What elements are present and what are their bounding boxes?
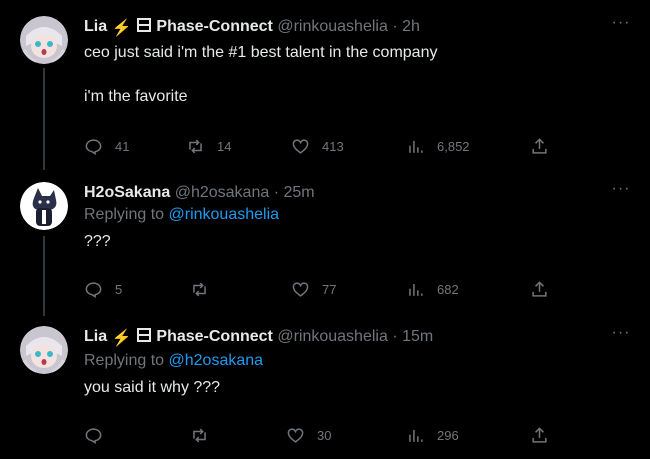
tweet-text: you said it why ??? — [84, 379, 221, 396]
reply-icon — [85, 138, 102, 155]
timestamp[interactable]: 15m — [402, 328, 433, 345]
replying-to-label: Replying to — [84, 352, 165, 369]
separator-dot: · — [392, 18, 398, 35]
like-button[interactable]: 77 — [291, 277, 336, 301]
separator-dot: · — [392, 328, 398, 345]
repost-icon — [193, 282, 206, 296]
tweet-2[interactable]: H2oSakana @h2osakana · 25m ··· Replying … — [0, 181, 650, 302]
reply-count: 41 — [115, 138, 130, 154]
display-name[interactable]: Lia — [84, 18, 107, 35]
affiliation-badge-icon[interactable] — [136, 17, 152, 40]
repost-icon — [193, 428, 206, 442]
tweet-text-line-2: i'm the favorite — [84, 88, 188, 105]
reply-icon — [85, 427, 102, 444]
timestamp[interactable]: 2h — [402, 18, 420, 35]
reply-button[interactable] — [84, 423, 115, 447]
views-icon — [409, 429, 423, 442]
avatar-lia[interactable] — [20, 16, 68, 64]
reply-icon — [85, 281, 102, 298]
handle[interactable]: @rinkouashelia — [277, 18, 388, 35]
handle[interactable]: @rinkouashelia — [277, 328, 388, 345]
like-button[interactable]: 413 — [291, 134, 344, 158]
views-count: 682 — [437, 281, 459, 297]
replying-to-handle-link[interactable]: @rinkouashelia — [169, 206, 280, 223]
views-icon — [409, 283, 423, 296]
more-icon[interactable]: ··· — [610, 181, 632, 204]
action-bar: 41 14 413 6,852 — [84, 134, 554, 158]
share-icon — [532, 137, 547, 154]
views-button[interactable]: 682 — [406, 277, 459, 301]
action-bar: 30 296 — [84, 423, 554, 447]
affiliation-name[interactable]: Phase-Connect — [156, 18, 272, 35]
repost-button[interactable] — [190, 423, 221, 447]
views-count: 296 — [437, 427, 459, 443]
reply-count: 5 — [115, 281, 123, 297]
affiliation-badge-icon[interactable] — [136, 327, 152, 350]
display-name[interactable]: Lia — [84, 328, 107, 345]
tweet-text: ??? — [84, 233, 111, 250]
views-button[interactable]: 6,852 — [406, 134, 470, 158]
timestamp[interactable]: 25m — [283, 184, 314, 201]
like-icon — [287, 427, 304, 443]
like-count: 413 — [322, 138, 344, 154]
like-count: 30 — [317, 427, 332, 443]
replying-to: Replying to @h2osakana — [84, 352, 263, 370]
share-button[interactable] — [530, 134, 549, 158]
views-button[interactable]: 296 — [406, 423, 459, 447]
handle[interactable]: @h2osakana — [175, 184, 270, 201]
repost-count: 14 — [217, 138, 232, 154]
tweet-header: H2oSakana @h2osakana · 25m — [84, 182, 315, 204]
tweet-text-line-1: ceo just said i'm the #1 best talent in … — [84, 44, 438, 61]
replying-to-handle-link[interactable]: @h2osakana — [169, 352, 264, 369]
replying-to-label: Replying to — [84, 206, 165, 223]
lightning-icon: ⚡ — [111, 330, 132, 347]
tweet-header: Lia ⚡ Phase-Connect @rinkouashelia · 2h — [84, 16, 420, 38]
tweet-3[interactable]: Lia ⚡ Phase-Connect @rinkouashelia · 15m… — [0, 325, 650, 447]
views-icon — [409, 140, 423, 153]
display-name[interactable]: H2oSakana — [84, 184, 170, 201]
like-icon — [292, 281, 309, 297]
like-count: 77 — [322, 281, 337, 297]
separator-dot: · — [273, 184, 280, 201]
tweet-header: Lia ⚡ Phase-Connect @rinkouashelia · 15m — [84, 326, 433, 348]
share-icon — [532, 426, 547, 443]
views-count: 6,852 — [437, 138, 470, 154]
avatar-lia[interactable] — [20, 326, 68, 374]
share-button[interactable] — [530, 423, 549, 447]
repost-button[interactable]: 14 — [186, 134, 231, 158]
like-button[interactable]: 30 — [286, 423, 331, 447]
share-icon — [532, 280, 547, 297]
reply-button[interactable]: 5 — [84, 277, 122, 301]
affiliation-name[interactable]: Phase-Connect — [156, 328, 272, 345]
action-bar: 5 77 682 — [84, 277, 554, 301]
repost-button[interactable] — [190, 277, 221, 301]
tweet-1[interactable]: Lia ⚡ Phase-Connect @rinkouashelia · 2h … — [0, 15, 650, 166]
reply-button[interactable]: 41 — [84, 134, 129, 158]
like-icon — [292, 138, 309, 154]
lightning-icon: ⚡ — [111, 20, 132, 37]
share-button[interactable] — [530, 277, 549, 301]
more-icon[interactable]: ··· — [610, 325, 632, 348]
repost-icon — [189, 139, 202, 153]
replying-to: Replying to @rinkouashelia — [84, 206, 279, 224]
avatar-h2osakana[interactable] — [20, 182, 68, 230]
more-icon[interactable]: ··· — [610, 15, 632, 38]
